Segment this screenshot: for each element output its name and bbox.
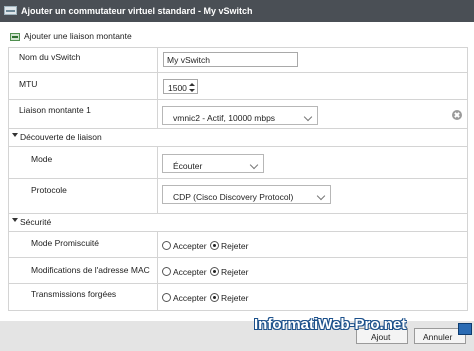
uplink1-select[interactable]: vmnic2 - Actif, 10000 mbps bbox=[162, 106, 318, 125]
dialog-body: Ajouter une liaison montante Nom du vSwi… bbox=[0, 22, 474, 351]
mtu-value: 1500 bbox=[168, 83, 187, 93]
row-promiscuous: Mode Promiscuité Accepter Rejeter bbox=[9, 232, 467, 258]
chevron-down-icon bbox=[303, 112, 313, 122]
row-forged-transmits: Transmissions forgées Accepter Rejeter bbox=[9, 284, 467, 310]
dialog-title: Ajouter un commutateur virtuel standard … bbox=[21, 6, 253, 16]
row-vswitch-name: Nom du vSwitch bbox=[9, 48, 467, 73]
mode-label: Mode bbox=[31, 154, 53, 164]
row-uplink1: Liaison montante 1 vmnic2 - Actif, 10000… bbox=[9, 100, 467, 129]
security-section-label: Sécurité bbox=[20, 217, 52, 227]
protocol-value: CDP (Cisco Discovery Protocol) bbox=[173, 192, 294, 202]
mac-changes-label: Modifications de l'adresse MAC bbox=[31, 265, 150, 275]
mode-select[interactable]: Écouter bbox=[162, 154, 264, 173]
discovery-section-label: Découverte de liaison bbox=[20, 132, 102, 142]
vswitch-name-label: Nom du vSwitch bbox=[19, 52, 81, 62]
promiscuous-label: Mode Promiscuité bbox=[31, 238, 100, 248]
dialog-titlebar: Ajouter un commutateur virtuel standard … bbox=[0, 0, 474, 22]
mtu-spinner[interactable]: 1500 bbox=[163, 79, 198, 94]
collapse-caret-icon bbox=[12, 133, 18, 137]
section-security[interactable]: Sécurité bbox=[9, 214, 467, 232]
mode-value: Écouter bbox=[173, 161, 203, 171]
switch-icon bbox=[4, 6, 17, 15]
add-uplink-icon bbox=[10, 33, 20, 41]
row-mac-changes: Modifications de l'adresse MAC Accepter … bbox=[9, 258, 467, 284]
chevron-down-icon bbox=[249, 160, 259, 170]
chevron-down-icon bbox=[316, 191, 326, 201]
spinner-up-icon[interactable] bbox=[189, 83, 195, 86]
uplink1-label: Liaison montante 1 bbox=[19, 105, 91, 115]
row-discovery-protocol: Protocole CDP (Cisco Discovery Protocol) bbox=[9, 179, 467, 214]
row-discovery-mode: Mode Écouter bbox=[9, 147, 467, 179]
remove-uplink-icon[interactable] bbox=[452, 110, 462, 120]
protocol-select[interactable]: CDP (Cisco Discovery Protocol) bbox=[162, 185, 331, 204]
section-link-discovery[interactable]: Découverte de liaison bbox=[9, 129, 467, 147]
protocol-label: Protocole bbox=[31, 185, 67, 195]
spinner-down-icon[interactable] bbox=[189, 89, 195, 92]
collapse-caret-icon bbox=[12, 218, 18, 222]
vswitch-form: Nom du vSwitch MTU 1500 Liaison montante… bbox=[8, 47, 468, 311]
mtu-label: MTU bbox=[19, 79, 38, 89]
watermark-logo-icon bbox=[458, 323, 472, 335]
uplink1-value: vmnic2 - Actif, 10000 mbps bbox=[173, 113, 276, 123]
add-uplink-label: Ajouter une liaison montante bbox=[24, 31, 132, 41]
forged-transmits-label: Transmissions forgées bbox=[31, 289, 117, 299]
watermark-text: InformatiWeb-Pro.net bbox=[254, 316, 407, 333]
vswitch-name-input[interactable] bbox=[163, 52, 298, 67]
row-mtu: MTU 1500 bbox=[9, 73, 467, 100]
